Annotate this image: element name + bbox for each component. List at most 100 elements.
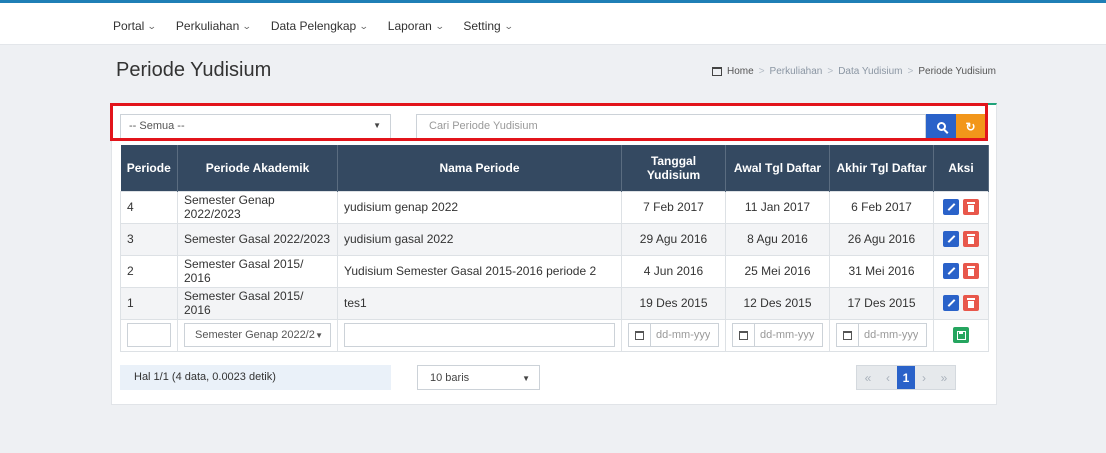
cell-awal: 11 Jan 2017 <box>725 190 830 224</box>
caret-down-icon: ▼ <box>373 121 381 130</box>
calendar-icon <box>712 67 723 76</box>
akademik-select-value: Semester Genap 2022/2 <box>195 329 315 341</box>
top-navbar: Portal ⌄ Perkuliahan ⌄ Data Pelengkap ⌄ Lap… <box>0 0 1106 45</box>
col-header-akhir-tgl-daftar[interactable]: Akhir Tgl Daftar <box>829 145 934 191</box>
cell-periode: 1 <box>120 286 178 320</box>
edit-button[interactable] <box>943 199 959 215</box>
periode-filter-select[interactable]: -- Semua -- ▼ <box>120 114 391 139</box>
nav-perkuliahan[interactable]: Perkuliahan ⌄ <box>175 19 252 33</box>
edit-button[interactable] <box>943 295 959 311</box>
delete-button[interactable] <box>963 199 979 215</box>
col-header-periode[interactable]: Periode <box>120 145 178 191</box>
table-row[interactable]: 1 Semester Gasal 2015/ 2016 tes1 19 Des … <box>120 286 989 320</box>
cell-tanggal: 19 Des 2015 <box>621 286 726 320</box>
col-header-aksi: Aksi <box>933 145 989 191</box>
delete-button[interactable] <box>963 263 979 279</box>
prev-page-button[interactable]: ‹ <box>879 366 897 389</box>
cell-aksi <box>933 254 989 288</box>
pencil-icon <box>947 267 955 275</box>
pencil-icon <box>947 203 955 211</box>
nav-data-pelengkap[interactable]: Data Pelengkap ⌄ <box>270 19 369 33</box>
nav-label: Portal <box>113 19 145 33</box>
breadcrumb-home[interactable]: Home <box>727 66 754 77</box>
table-header-row: Periode Periode Akademik Nama Periode Ta… <box>120 145 989 191</box>
date-placeholder: dd-mm-yyy <box>864 329 919 341</box>
breadcrumb-separator: > <box>758 66 765 77</box>
caret-down-icon: ▼ <box>522 374 530 383</box>
cell-new-periode <box>120 318 178 352</box>
nav-label: Perkuliahan <box>175 19 240 33</box>
next-page-button[interactable]: › <box>915 366 933 389</box>
cell-new-awal: dd-mm-yyy <box>725 318 830 352</box>
cell-akhir: 17 Des 2015 <box>829 286 934 320</box>
cell-new-akhir: dd-mm-yyy <box>829 318 934 352</box>
nav-laporan[interactable]: Laporan ⌄ <box>387 19 445 33</box>
cell-akademik: Semester Genap 2022/2023 <box>177 190 338 224</box>
calendar-icon <box>733 324 755 346</box>
cell-nama: tes1 <box>337 286 622 320</box>
page-info: Hal 1/1 (4 data, 0.0023 detik) <box>120 365 391 390</box>
nav-setting[interactable]: Setting ⌄ <box>463 19 513 33</box>
col-header-periode-akademik[interactable]: Periode Akademik <box>177 145 338 191</box>
pagination: « ‹ 1 › » <box>856 365 956 390</box>
col-header-nama-periode[interactable]: Nama Periode <box>337 145 622 191</box>
periode-akademik-select[interactable]: Semester Genap 2022/2 ▼ <box>184 323 331 347</box>
table-row[interactable]: 2 Semester Gasal 2015/ 2016 Yudisium Sem… <box>120 254 989 288</box>
search-input[interactable]: Cari Periode Yudisium <box>416 114 926 139</box>
delete-button[interactable] <box>963 231 979 247</box>
last-page-button[interactable]: » <box>933 366 955 389</box>
cell-tanggal: 29 Agu 2016 <box>621 222 726 256</box>
edit-button[interactable] <box>943 263 959 279</box>
nav-label: Data Pelengkap <box>270 19 357 33</box>
col-header-awal-tgl-daftar[interactable]: Awal Tgl Daftar <box>725 145 830 191</box>
cell-awal: 8 Agu 2016 <box>725 222 830 256</box>
cell-new-tanggal: dd-mm-yyy <box>621 318 726 352</box>
cell-aksi <box>933 190 989 224</box>
tanggal-yudisium-input[interactable]: dd-mm-yyy <box>628 323 719 347</box>
breadcrumb-perkuliahan[interactable]: Perkuliahan <box>770 66 823 77</box>
edit-button[interactable] <box>943 231 959 247</box>
nama-periode-input[interactable] <box>344 323 615 347</box>
rows-per-page-select[interactable]: 10 baris ▼ <box>417 365 540 390</box>
nav-label: Laporan <box>387 19 432 33</box>
cell-tanggal: 4 Jun 2016 <box>621 254 726 288</box>
col-header-tanggal-yudisium[interactable]: Tanggal Yudisium <box>621 145 726 191</box>
rows-select-value: 10 baris <box>430 372 470 384</box>
search-button[interactable] <box>926 114 956 139</box>
main-nav: Portal ⌄ Perkuliahan ⌄ Data Pelengkap ⌄ Lap… <box>113 19 532 33</box>
calendar-icon <box>629 324 651 346</box>
cell-new-akademik: Semester Genap 2022/2 ▼ <box>177 318 338 352</box>
search-placeholder: Cari Periode Yudisium <box>429 120 538 132</box>
refresh-icon: ↻ <box>965 119 976 134</box>
table-row[interactable]: 4 Semester Genap 2022/2023 yudisium gena… <box>120 190 989 224</box>
periode-table: Periode Periode Akademik Nama Periode Ta… <box>120 145 989 352</box>
trash-icon <box>967 201 975 212</box>
cell-awal: 25 Mei 2016 <box>725 254 830 288</box>
nav-portal[interactable]: Portal ⌄ <box>113 19 158 33</box>
cell-akademik: Semester Gasal 2022/2023 <box>177 222 338 256</box>
delete-button[interactable] <box>963 295 979 311</box>
cell-tanggal: 7 Feb 2017 <box>621 190 726 224</box>
cell-new-nama <box>337 318 622 352</box>
trash-icon <box>967 265 975 276</box>
periode-input[interactable] <box>127 323 171 347</box>
page-1-button[interactable]: 1 <box>897 366 915 389</box>
chevron-down-icon: ⌄ <box>147 20 158 31</box>
calendar-icon <box>837 324 859 346</box>
date-placeholder: dd-mm-yyy <box>656 329 711 341</box>
table-row[interactable]: 3 Semester Gasal 2022/2023 yudisium gasa… <box>120 222 989 256</box>
first-page-button[interactable]: « <box>857 366 879 389</box>
breadcrumb-separator: > <box>907 66 914 77</box>
refresh-button[interactable]: ↻ <box>956 114 985 139</box>
chevron-down-icon: ⌄ <box>359 20 369 31</box>
awal-tgl-daftar-input[interactable]: dd-mm-yyy <box>732 323 823 347</box>
pencil-icon <box>947 299 955 307</box>
save-button[interactable] <box>953 327 969 343</box>
caret-down-icon: ▼ <box>315 331 323 340</box>
akhir-tgl-daftar-input[interactable]: dd-mm-yyy <box>836 323 927 347</box>
breadcrumb-separator: > <box>827 66 834 77</box>
cell-periode: 4 <box>120 190 178 224</box>
breadcrumb: Home > Perkuliahan > Data Yudisium > Per… <box>712 66 996 77</box>
cell-nama: Yudisium Semester Gasal 2015-2016 period… <box>337 254 622 288</box>
breadcrumb-data-yudisium[interactable]: Data Yudisium <box>838 66 902 77</box>
